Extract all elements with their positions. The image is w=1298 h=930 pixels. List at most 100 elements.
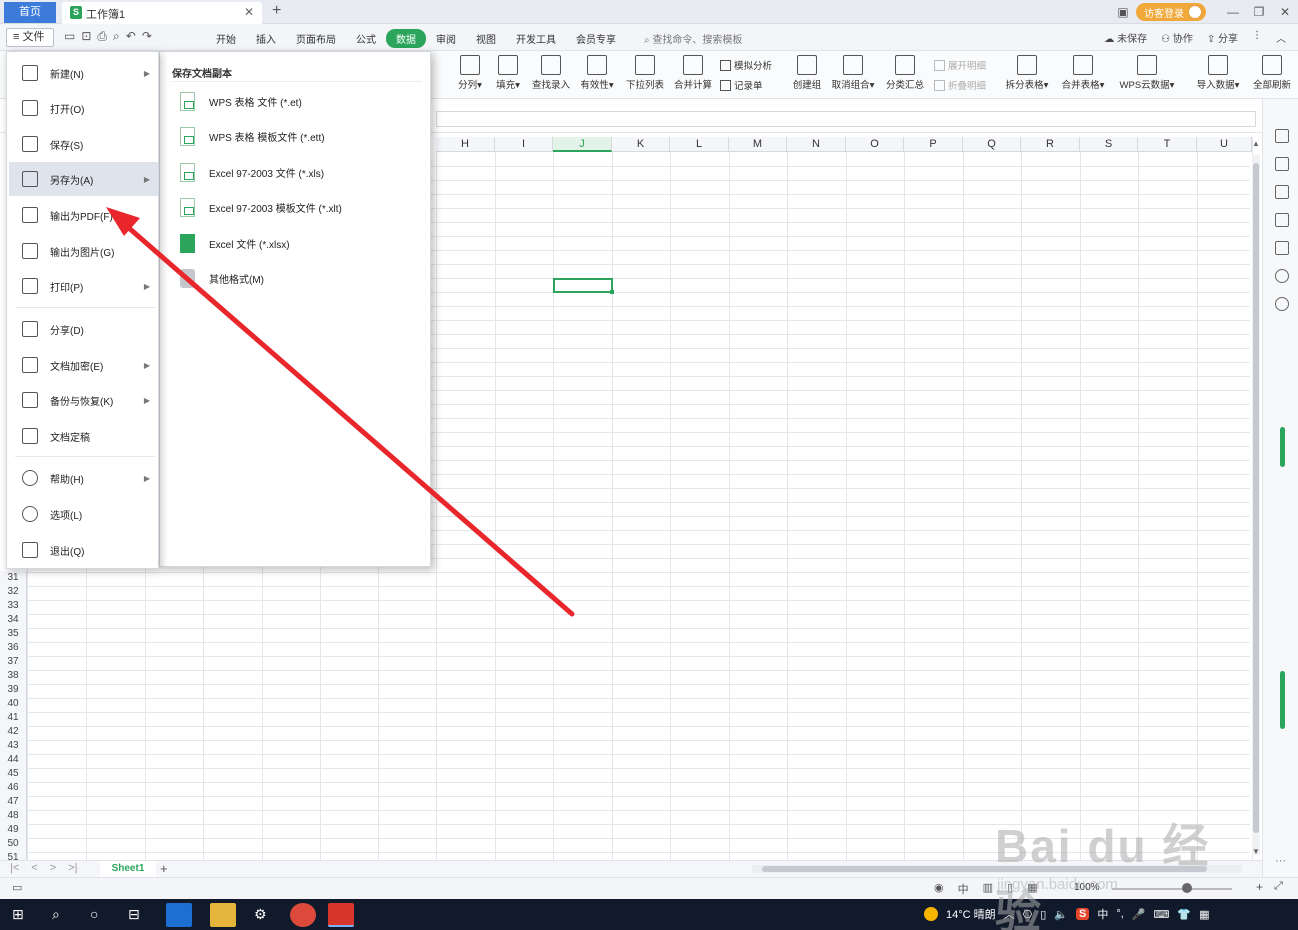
menu-member[interactable]: 会员专享: [566, 29, 626, 48]
rocket-icon[interactable]: [1275, 129, 1289, 143]
help-circle-icon[interactable]: [1275, 297, 1289, 311]
share-button[interactable]: ⇪ 分享: [1207, 30, 1238, 45]
menu-review[interactable]: 审阅: [426, 29, 466, 48]
file-menu-button[interactable]: ≡ 文件: [6, 28, 54, 47]
vertical-scrollbar[interactable]: [1252, 155, 1260, 855]
save-as-xlsx[interactable]: Excel 文件 (*.xlsx): [180, 230, 290, 256]
collab-button[interactable]: ⚇ 协作: [1161, 30, 1193, 45]
adjust-icon[interactable]: [1275, 185, 1289, 199]
fill-button[interactable]: 填充▾: [494, 55, 522, 91]
column-header-p[interactable]: P: [904, 137, 963, 152]
ungroup-button[interactable]: 取消组合▾: [830, 55, 876, 91]
create-group-button[interactable]: 创建组: [790, 55, 824, 91]
first-sheet-icon[interactable]: |<: [10, 862, 19, 874]
pointer-icon[interactable]: [1275, 157, 1289, 171]
split-table-button[interactable]: 拆分表格▾: [1004, 55, 1050, 91]
file-menu-save-as[interactable]: 另存为(A) ▶: [9, 162, 158, 196]
selected-cell-j[interactable]: [553, 278, 614, 294]
undo-icon[interactable]: ↶: [126, 29, 136, 44]
document-tab[interactable]: S 工作簿1 ✕: [62, 2, 262, 24]
menu-developer[interactable]: 开发工具: [506, 29, 566, 48]
row-header-39[interactable]: 39: [0, 683, 27, 697]
lookup-entry-button[interactable]: 查找录入: [530, 55, 572, 91]
row-header-35[interactable]: 35: [0, 627, 27, 641]
next-sheet-icon[interactable]: >: [50, 862, 56, 874]
normal-view-icon[interactable]: ▥: [983, 881, 993, 897]
wps-office-icon[interactable]: [328, 903, 354, 927]
row-header-42[interactable]: 42: [0, 725, 27, 739]
panel-scroll-indicator-lower[interactable]: [1280, 671, 1285, 729]
file-menu-new[interactable]: 新建(N) ▶: [9, 56, 158, 90]
what-if-analysis-button[interactable]: 模拟分析: [720, 58, 772, 72]
unsaved-status[interactable]: ☁ 未保存: [1104, 30, 1147, 45]
windows-start-icon[interactable]: ⊞: [12, 906, 24, 923]
cortana-icon[interactable]: ○: [90, 906, 98, 922]
file-menu-export-pdf[interactable]: 输出为PDF(F): [9, 198, 158, 232]
add-sheet-button[interactable]: +: [160, 861, 168, 876]
close-window-icon[interactable]: ✕: [1272, 5, 1298, 19]
menu-start[interactable]: 开始: [206, 29, 246, 48]
row-header-45[interactable]: 45: [0, 767, 27, 781]
merge-table-button[interactable]: 合并表格▾: [1060, 55, 1106, 91]
collapse-ribbon-icon[interactable]: ︿: [1276, 30, 1286, 45]
sheet-tab[interactable]: Sheet1: [100, 861, 156, 877]
record-form-button[interactable]: 记录单: [720, 78, 763, 92]
vertical-scroll-thumb[interactable]: [1253, 163, 1259, 833]
row-header-51[interactable]: 51: [0, 851, 27, 860]
picture-icon[interactable]: [1275, 241, 1289, 255]
row-header-40[interactable]: 40: [0, 697, 27, 711]
menu-data[interactable]: 数据: [386, 29, 426, 48]
column-header-l[interactable]: L: [670, 137, 729, 152]
zoom-in-icon[interactable]: +: [1256, 880, 1263, 894]
new-tab-button[interactable]: +: [272, 2, 281, 20]
row-header-32[interactable]: 32: [0, 585, 27, 599]
row-header-50[interactable]: 50: [0, 837, 27, 851]
save-icon[interactable]: ▭: [64, 29, 75, 44]
column-header-o[interactable]: O: [846, 137, 904, 152]
row-header-49[interactable]: 49: [0, 823, 27, 837]
preview-icon[interactable]: ⌕: [113, 29, 120, 44]
validity-button[interactable]: 有效性▾: [580, 55, 614, 91]
row-header-48[interactable]: 48: [0, 809, 27, 823]
guest-login-button[interactable]: 访客登录: [1136, 3, 1206, 21]
crop-icon[interactable]: [1275, 213, 1289, 227]
column-header-m[interactable]: M: [729, 137, 787, 152]
expand-detail-button[interactable]: 展开明细: [934, 58, 986, 72]
column-header-i[interactable]: I: [495, 137, 553, 152]
file-menu-finalize[interactable]: 文档定稿: [9, 419, 158, 453]
consolidate-button[interactable]: 合并计算: [672, 55, 714, 91]
row-header-36[interactable]: 36: [0, 641, 27, 655]
panel-more-icon[interactable]: ···: [1275, 855, 1286, 867]
row-header-44[interactable]: 44: [0, 753, 27, 767]
macro-icon[interactable]: ▭: [12, 881, 22, 894]
row-header-47[interactable]: 47: [0, 795, 27, 809]
panel-scroll-indicator[interactable]: [1280, 427, 1285, 467]
task-view-icon[interactable]: ⊟: [128, 906, 140, 923]
column-header-r[interactable]: R: [1021, 137, 1080, 152]
export-pdf-icon[interactable]: ⊡: [81, 29, 91, 44]
row-header-46[interactable]: 46: [0, 781, 27, 795]
row-header-33[interactable]: 33: [0, 599, 27, 613]
save-as-et[interactable]: WPS 表格 文件 (*.et): [180, 88, 302, 114]
settings-gear-icon[interactable]: ⚙: [254, 906, 267, 923]
subtotal-button[interactable]: 分类汇总: [884, 55, 926, 91]
column-header-q[interactable]: Q: [963, 137, 1021, 152]
file-menu-open[interactable]: 打开(O): [9, 91, 158, 125]
command-search[interactable]: ⌕ 查找命令、搜索模板: [644, 31, 742, 46]
column-header-t[interactable]: T: [1138, 137, 1197, 152]
close-tab-icon[interactable]: ✕: [244, 5, 254, 19]
prev-sheet-icon[interactable]: <: [31, 862, 37, 874]
row-header-37[interactable]: 37: [0, 655, 27, 669]
menu-formula[interactable]: 公式: [346, 29, 386, 48]
scroll-up-arrow[interactable]: ▲: [1252, 139, 1260, 148]
file-menu-encrypt[interactable]: 文档加密(E) ▶: [9, 348, 158, 382]
import-data-button[interactable]: 导入数据▾: [1194, 55, 1242, 91]
split-column-button[interactable]: 分列▾: [456, 55, 484, 91]
column-header-n[interactable]: N: [787, 137, 846, 152]
column-header-u[interactable]: U: [1197, 137, 1252, 152]
redo-icon[interactable]: ↷: [142, 29, 152, 44]
save-as-xlt[interactable]: Excel 97-2003 模板文件 (*.xlt): [180, 194, 342, 220]
column-header-h[interactable]: H: [436, 137, 495, 152]
column-header-j[interactable]: J: [553, 137, 612, 152]
more-icon[interactable]: ⋮: [1252, 30, 1262, 45]
